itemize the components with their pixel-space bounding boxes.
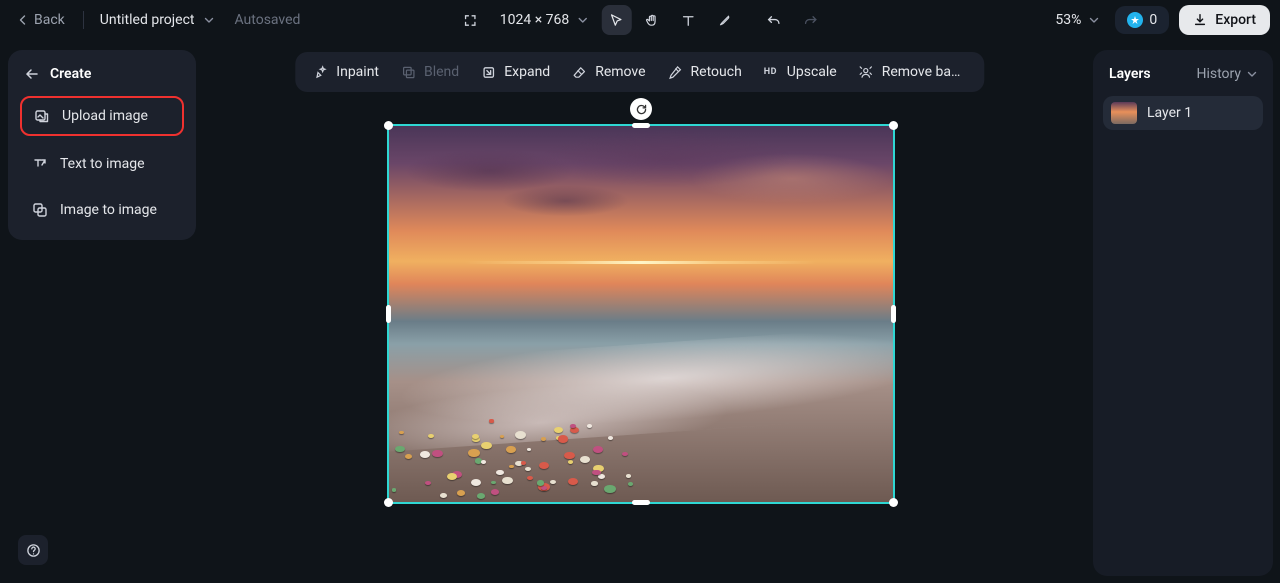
export-button[interactable]: Export — [1179, 5, 1270, 35]
upload-image-button[interactable]: Upload image — [20, 96, 184, 136]
autosave-status: Autosaved — [234, 12, 300, 28]
create-header: Create — [24, 66, 180, 82]
fit-icon — [463, 13, 478, 28]
layer-image — [389, 126, 893, 502]
history-button[interactable]: History — [1196, 66, 1257, 82]
selected-layer-frame[interactable] — [387, 124, 895, 504]
resize-handle-sw[interactable] — [384, 498, 393, 507]
canvas[interactable] — [205, 40, 1088, 583]
canvas-dimensions: 1024 × 768 — [500, 12, 570, 28]
chevron-down-icon — [577, 15, 587, 25]
back-arrow-icon — [24, 66, 40, 82]
layers-title: Layers — [1109, 66, 1151, 82]
text-to-image-button[interactable]: Text to image — [20, 146, 184, 182]
top-bar: Back Untitled project Autosaved 1024 × 7… — [0, 0, 1280, 40]
fit-screen-button[interactable] — [455, 7, 486, 34]
image-to-image-label: Image to image — [60, 202, 157, 218]
credits-button[interactable]: 0 — [1115, 6, 1169, 34]
text-to-image-icon — [32, 156, 48, 172]
credits-icon — [1127, 12, 1143, 28]
back-button[interactable]: Back — [10, 8, 73, 32]
rotate-handle[interactable] — [630, 98, 652, 120]
layer-item[interactable]: Layer 1 — [1103, 96, 1263, 130]
center-toolbar: 1024 × 768 — [455, 5, 826, 35]
upload-image-icon — [34, 108, 50, 124]
resize-handle-nw[interactable] — [384, 121, 393, 130]
credits-count: 0 — [1149, 12, 1157, 28]
text-to-image-label: Text to image — [60, 156, 145, 172]
resize-handle-e[interactable] — [891, 305, 896, 323]
chevron-down-icon — [204, 15, 214, 25]
layer-label: Layer 1 — [1147, 105, 1192, 121]
zoom-value: 53% — [1055, 12, 1081, 28]
help-button[interactable] — [18, 535, 48, 565]
history-label: History — [1196, 66, 1241, 82]
back-label: Back — [34, 12, 65, 28]
upload-image-label: Upload image — [62, 108, 148, 124]
layers-panel: Layers History Layer 1 — [1093, 50, 1273, 576]
export-label: Export — [1215, 12, 1256, 28]
chevron-left-icon — [18, 15, 28, 25]
canvas-dimensions-selector[interactable]: 1024 × 768 — [492, 6, 596, 34]
chevron-down-icon — [1089, 15, 1099, 25]
image-to-image-button[interactable]: Image to image — [20, 192, 184, 228]
brush-tool[interactable] — [709, 5, 739, 35]
right-toolbar: 53% 0 Export — [1049, 5, 1270, 35]
redo-button[interactable] — [795, 5, 825, 35]
hand-tool[interactable] — [637, 5, 667, 35]
project-name-selector[interactable]: Untitled project — [94, 8, 221, 32]
text-tool[interactable] — [673, 5, 703, 35]
project-name: Untitled project — [100, 12, 195, 28]
download-icon — [1193, 13, 1207, 27]
zoom-selector[interactable]: 53% — [1049, 8, 1105, 32]
divider — [83, 11, 84, 29]
layer-thumbnail — [1111, 102, 1137, 124]
image-to-image-icon — [32, 202, 48, 218]
resize-handle-w[interactable] — [386, 305, 391, 323]
resize-handle-se[interactable] — [889, 498, 898, 507]
create-panel: Create Upload image Text to image Image … — [8, 50, 196, 240]
chevron-down-icon — [1247, 69, 1257, 79]
create-title: Create — [50, 66, 91, 82]
help-icon — [26, 543, 41, 558]
undo-button[interactable] — [759, 5, 789, 35]
resize-handle-ne[interactable] — [889, 121, 898, 130]
cursor-tool[interactable] — [601, 5, 631, 35]
resize-handle-s[interactable] — [632, 500, 650, 505]
resize-handle-n[interactable] — [632, 123, 650, 128]
